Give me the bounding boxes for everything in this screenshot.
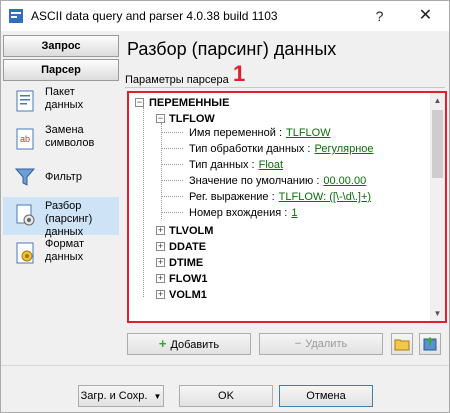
sidebar-item-label: Замена символов [45, 124, 95, 149]
prop-name: Номер вхождения : [189, 207, 288, 219]
expand-icon[interactable]: + [156, 290, 165, 299]
add-button[interactable]: + Добавить [127, 333, 251, 355]
group-divider [125, 87, 445, 88]
tree-root-label: ПЕРЕМЕННЫЕ [149, 97, 230, 109]
sidebar-item-label: Фильтр [45, 171, 82, 183]
prop-value-link[interactable]: 1 [291, 207, 297, 219]
collapse-icon[interactable]: − [135, 98, 144, 107]
cancel-button[interactable]: Отмена [279, 385, 373, 407]
prop-value-link[interactable]: 00.00.00 [323, 175, 366, 187]
sidebar-item-data-packet[interactable]: Пакет данных [3, 83, 119, 121]
tree-prop-row[interactable]: Тип обработки данных : Регулярное [189, 141, 374, 157]
sidebar-item-label: Разбор (парсинг) данных [45, 200, 93, 238]
sidebar-item-data-format[interactable]: Формат данных [3, 235, 119, 273]
tree-prop-row[interactable]: Имя переменной : TLFLOW [189, 125, 331, 141]
parsing-icon [16, 204, 35, 226]
prop-value-link[interactable]: Float [259, 159, 283, 171]
prop-name: Тип обработки данных : [189, 143, 311, 155]
tree-node-label: DDATE [169, 241, 207, 253]
tree-prop-row[interactable]: Значение по умолчанию :00.00.00 [189, 173, 366, 189]
sidebar-item-parsing[interactable]: Разбор (парсинг) данных [3, 197, 119, 238]
expand-icon[interactable]: + [156, 226, 165, 235]
tree-connector [161, 132, 183, 133]
prop-name: Рег. выражение : [189, 191, 275, 203]
variables-tree[interactable]: − ПЕРЕМЕННЫЕ − TLFLOW Имя переменной : TL… [127, 91, 447, 323]
sidebar-list: Пакет данных ab Замена символов Фильтр Р… [3, 83, 119, 273]
expand-icon[interactable]: + [156, 274, 165, 283]
tree-connector [161, 196, 183, 197]
open-folder-button[interactable] [391, 333, 413, 355]
tree-prop-row[interactable]: Рег. выражение : TLFLOW: ([\-\d\.]+) [189, 189, 371, 205]
tree-content: − ПЕРЕМЕННЫЕ − TLFLOW Имя переменной : TL… [129, 93, 429, 321]
scroll-up-icon[interactable]: ▲ [430, 93, 445, 108]
annotation-marker: 1 [233, 61, 246, 86]
sidebar-item-label: Формат данных [45, 238, 85, 263]
filter-icon [14, 168, 36, 186]
folder-icon [394, 339, 410, 351]
load-save-label: Загр. и Сохр. [80, 390, 148, 402]
tree-connector [161, 164, 183, 165]
page-title: Разбор (парсинг) данных [127, 39, 337, 59]
minus-icon: − [294, 338, 302, 350]
prop-name: Тип данных : [189, 159, 255, 171]
help-button[interactable]: ? [357, 1, 402, 31]
tree-node-label: DTIME [169, 257, 204, 269]
parser-params-label: Параметры парсера [125, 74, 229, 86]
tree-connector [161, 212, 183, 213]
footer-divider [1, 365, 449, 366]
add-button-label: Добавить [170, 339, 220, 351]
chevron-down-icon: ▼ [153, 392, 162, 401]
prop-name: Имя переменной : [189, 127, 282, 139]
window-title: ASCII data query and parser 4.0.38 build… [31, 9, 278, 23]
delete-button-label: Удалить [305, 338, 348, 350]
replace-chars-icon: ab [16, 128, 34, 150]
ok-button[interactable]: OK [179, 385, 273, 407]
sidebar: Запрос Парсер Пакет данных ab Замена сим… [1, 35, 122, 295]
export-icon [423, 337, 437, 351]
tree-prop-row[interactable]: Номер вхождения :1 [189, 205, 297, 221]
tree-node-label: VOLM1 [169, 289, 207, 301]
plus-icon: + [158, 336, 167, 351]
tree-node-label: TLVOLM [169, 225, 214, 237]
load-save-button[interactable]: Загр. и Сохр. ▼ [78, 385, 164, 407]
tree-prop-row[interactable]: Тип данных : Float [189, 157, 283, 173]
tab-query[interactable]: Запрос [3, 35, 119, 57]
close-button[interactable]: ✕ [403, 1, 448, 31]
title-bar: ASCII data query and parser 4.0.38 build… [1, 1, 449, 31]
expand-icon[interactable]: + [156, 258, 165, 267]
data-packet-icon [16, 90, 34, 112]
scroll-thumb[interactable] [432, 110, 443, 178]
tree-scrollbar[interactable]: ▲ ▼ [430, 93, 445, 321]
prop-value-link[interactable]: Регулярное [314, 143, 373, 155]
expand-icon[interactable]: + [156, 242, 165, 251]
sidebar-item-replace-chars[interactable]: ab Замена символов [3, 121, 119, 159]
app-window: ASCII data query and parser 4.0.38 build… [0, 0, 450, 413]
tab-parser[interactable]: Парсер [3, 59, 119, 81]
svg-text:ab: ab [20, 134, 30, 144]
prop-value-link[interactable]: TLFLOW: ([\-\d\.]+) [279, 191, 371, 203]
data-format-icon [16, 242, 34, 264]
prop-name: Значение по умолчанию : [189, 175, 320, 187]
sidebar-item-label: Пакет данных [45, 86, 84, 111]
tree-connector [161, 123, 162, 219]
sidebar-item-filter[interactable]: Фильтр [3, 159, 119, 197]
prop-value-link[interactable]: TLFLOW [286, 127, 331, 139]
tree-connector [143, 107, 144, 297]
tree-connector [161, 148, 183, 149]
export-button[interactable] [419, 333, 441, 355]
collapse-icon[interactable]: − [156, 114, 165, 123]
scroll-down-icon[interactable]: ▼ [430, 306, 445, 321]
tree-connector [161, 180, 183, 181]
app-icon [9, 9, 23, 23]
tree-node-label: FLOW1 [169, 273, 208, 285]
delete-button[interactable]: − Удалить [259, 333, 383, 355]
